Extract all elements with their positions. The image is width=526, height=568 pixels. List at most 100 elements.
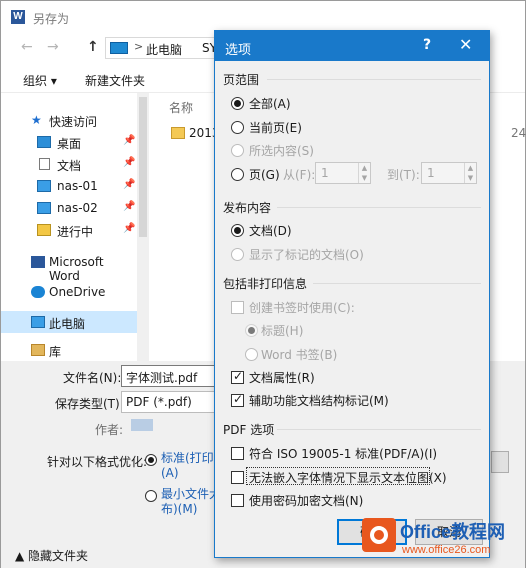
folder-icon: [171, 127, 185, 139]
sidebar-item-onedrive[interactable]: OneDrive: [1, 281, 137, 303]
save-as-titlebar: W 另存为: [1, 1, 525, 33]
hide-folders-toggle[interactable]: ▲ 隐藏文件夹: [15, 547, 88, 564]
sidebar-item-label: Microsoft Word: [49, 255, 104, 283]
divider: [277, 207, 481, 208]
sidebar-item-label: 此电脑: [49, 317, 86, 331]
column-header-name[interactable]: 名称: [169, 99, 193, 116]
options-button[interactable]: [491, 451, 509, 473]
pin-icon: 📌: [123, 201, 136, 212]
page-range-all-radio[interactable]: [231, 97, 244, 110]
publish-document-label[interactable]: 文档(D): [249, 222, 292, 239]
publish-document-radio[interactable]: [231, 224, 244, 237]
page-to-label: 到(T):: [387, 168, 420, 182]
organize-button[interactable]: 组织 ▾: [23, 72, 57, 89]
sidebar-item-label: nas-02: [57, 201, 98, 215]
back-arrow-icon[interactable]: ←: [21, 39, 33, 55]
bitmap-text-checkbox[interactable]: [231, 471, 244, 484]
filetype-label: 保存类型(T):: [55, 397, 124, 411]
pin-icon: 📌: [123, 135, 136, 146]
sidebar-item-label: 桌面: [57, 137, 82, 151]
optimize-standard-line2: (A): [161, 466, 179, 480]
sidebar-item-documents[interactable]: 文档 📌: [1, 153, 137, 175]
monitor-icon: [37, 180, 51, 192]
sidebar-item-in-progress[interactable]: 进行中 📌: [1, 219, 137, 241]
divider: [313, 283, 481, 284]
bookmark-headings-radio: [245, 324, 258, 337]
stepper-down-icon: ▼: [464, 173, 476, 183]
doc-properties-checkbox[interactable]: [231, 369, 244, 384]
page-range-current-label[interactable]: 当前页(E): [249, 119, 302, 136]
new-folder-button[interactable]: 新建文件夹: [85, 72, 145, 89]
structure-tags-label[interactable]: 辅助功能文档结构标记(M): [249, 392, 389, 409]
optimize-label: 针对以下格式优化:: [47, 455, 148, 469]
encrypt-checkbox[interactable]: [231, 494, 244, 507]
pdfa-checkbox[interactable]: [231, 447, 244, 460]
computer-icon: [110, 42, 128, 54]
bookmark-headings-label: 标题(H): [261, 324, 304, 338]
page-range-pages-radio[interactable]: [231, 168, 244, 181]
publish-markup-radio: [231, 248, 244, 261]
page-range-heading: 页范围: [223, 73, 260, 87]
save-as-title: 另存为: [33, 12, 70, 26]
sidebar-item-label: 文档: [57, 159, 82, 173]
encrypt-label[interactable]: 使用密码加密文档(N): [249, 492, 363, 509]
pdfa-label[interactable]: 符合 ISO 19005-1 标准(PDF/A)(I): [249, 445, 437, 462]
sidebar-item-nas-01[interactable]: nas-01 📌: [1, 175, 137, 197]
monitor-icon: [37, 202, 51, 214]
sidebar-item-desktop[interactable]: 桌面 📌: [1, 131, 137, 153]
author-value[interactable]: [131, 419, 153, 431]
sidebar-item-library[interactable]: 库: [1, 339, 137, 361]
library-icon: [31, 344, 45, 356]
optimize-standard-radio[interactable]: [145, 454, 157, 466]
options-dialog: 选项 ? ✕ 页范围 全部(A) 当前页(E) 所选内容(S) 页(G) 从(F…: [214, 30, 490, 558]
divider: [277, 429, 481, 430]
page-range-current-radio[interactable]: [231, 121, 244, 134]
pdf-options-heading: PDF 选项: [223, 423, 275, 437]
page-range-pages-label[interactable]: 页(G): [249, 166, 280, 183]
cloud-icon: [31, 286, 45, 298]
page-to-value: 1: [427, 166, 435, 180]
doc-properties-label[interactable]: 文档属性(R): [249, 369, 315, 386]
close-icon[interactable]: ✕: [459, 35, 472, 54]
stepper-up-icon: ▲: [358, 163, 370, 173]
sidebar-item-label: 快速访问: [49, 115, 98, 129]
optimize-minimum-label[interactable]: 最小文件大 布)(M): [161, 487, 221, 517]
structure-tags-checkbox[interactable]: [231, 392, 244, 407]
page-from-label: 从(F):: [283, 168, 316, 182]
create-bookmarks-checkbox: [231, 301, 244, 314]
publish-heading: 发布内容: [223, 201, 272, 215]
create-bookmarks-label: 创建书签时使用(C):: [249, 301, 355, 315]
watermark-url: www.office26.com: [402, 544, 491, 556]
filetype-select[interactable]: PDF (*.pdf): [121, 391, 221, 413]
up-arrow-icon[interactable]: ↑: [87, 39, 99, 55]
help-icon[interactable]: ?: [423, 37, 431, 53]
forward-arrow-icon[interactable]: →: [47, 39, 59, 55]
author-label: 作者:: [95, 423, 124, 437]
sidebar-item-microsoft-word[interactable]: Microsoft Word: [1, 251, 137, 283]
page-range-selection-radio: [231, 144, 244, 157]
breadcrumb-separator: >: [134, 40, 144, 53]
word-app-icon: W: [11, 10, 25, 24]
divider: [267, 79, 481, 80]
bookmark-word-label: Word 书签(B): [261, 348, 338, 362]
sidebar-item-quick-access[interactable]: ★ 快速访问: [1, 109, 137, 131]
page-from-value: 1: [321, 166, 329, 180]
optimize-minimum-radio[interactable]: [145, 490, 157, 502]
optimize-minimum-line1: 最小文件大: [161, 487, 222, 501]
breadcrumb-this-pc[interactable]: 此电脑: [146, 41, 182, 58]
bookmark-word-radio: [245, 348, 258, 361]
bitmap-text-label[interactable]: 无法嵌入字体情况下显示文本位图(X): [249, 469, 447, 486]
page-range-all-label[interactable]: 全部(A): [249, 95, 291, 112]
page-from-stepper: 1 ▲ ▼: [315, 162, 371, 184]
page-to-stepper: 1 ▲ ▼: [421, 162, 477, 184]
sidebar-item-label: nas-01: [57, 179, 98, 193]
sidebar-item-nas-02[interactable]: nas-02 📌: [1, 197, 137, 219]
star-icon: ★: [31, 113, 42, 127]
scrollbar-thumb[interactable]: [139, 97, 147, 237]
navigation-pane-scrollbar[interactable]: [137, 93, 149, 361]
watermark-brand: Office教程网: [400, 522, 506, 542]
filename-input[interactable]: 字体测试.pdf: [121, 365, 221, 387]
office-logo-icon: [362, 518, 396, 552]
sidebar-item-this-pc[interactable]: 此电脑: [1, 311, 137, 333]
options-titlebar: 选项 ? ✕: [215, 31, 489, 61]
